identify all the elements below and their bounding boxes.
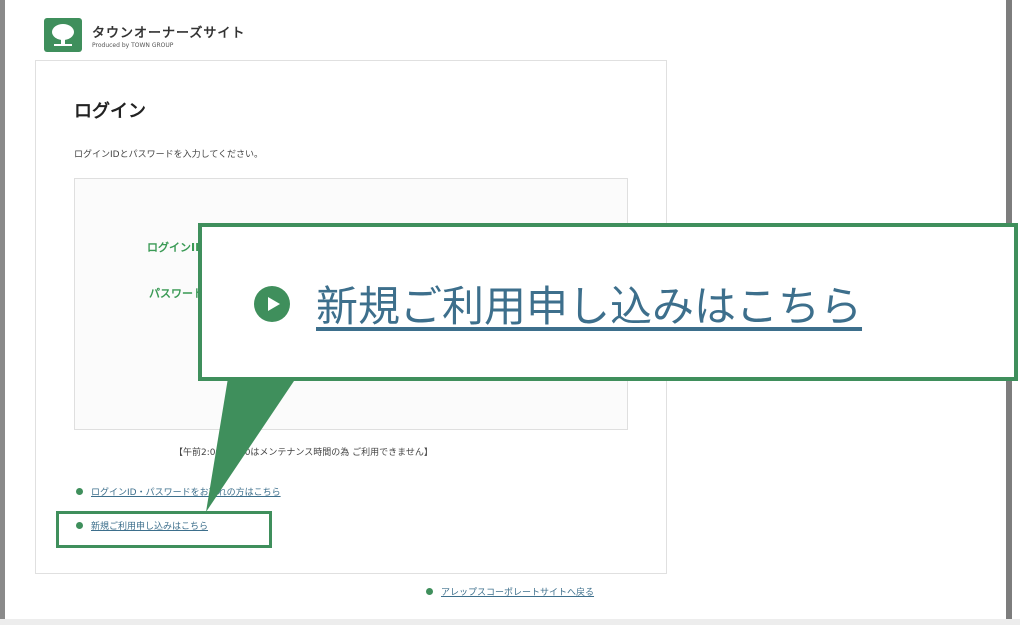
play-circle-icon bbox=[254, 285, 290, 322]
green-dot-icon bbox=[76, 487, 83, 495]
login-description: ログインIDとパスワードを入力してください。 bbox=[74, 150, 264, 160]
back-to-corporate-link[interactable]: アレップスコーポレートサイトへ戻る bbox=[441, 585, 594, 598]
maintenance-notice: 【午前2:00〜6:00はメンテナンス時間の為 ご利用できません】 bbox=[174, 448, 433, 458]
green-dot-icon bbox=[76, 521, 83, 529]
back-to-corporate-row: アレップスコーポレートサイトへ戻る bbox=[426, 585, 594, 598]
page-title: ログイン bbox=[74, 101, 146, 122]
site-name: タウンオーナーズサイト bbox=[92, 26, 246, 41]
window-frame-bottom bbox=[0, 619, 1020, 625]
green-dot-icon bbox=[426, 588, 433, 595]
window-frame-left bbox=[0, 0, 5, 625]
forgot-credentials-link[interactable]: ログインID・パスワードをお忘れの方はこちら bbox=[91, 485, 281, 498]
signup-callout: 新規ご利用申し込みはこちら bbox=[198, 223, 1018, 381]
password-label: パスワード bbox=[149, 287, 204, 300]
tree-logo-icon[interactable] bbox=[44, 18, 82, 52]
login-id-label: ログインID bbox=[147, 241, 205, 254]
callout-signup-link[interactable]: 新規ご利用申し込みはこちら bbox=[316, 273, 862, 334]
forgot-credentials-link-row: ログインID・パスワードをお忘れの方はこちら bbox=[76, 484, 281, 498]
site-subtitle: Produced by TOWN GROUP bbox=[92, 42, 174, 49]
signup-link[interactable]: 新規ご利用申し込みはこちら bbox=[91, 519, 208, 532]
signup-link-row: 新規ご利用申し込みはこちら bbox=[76, 518, 208, 532]
